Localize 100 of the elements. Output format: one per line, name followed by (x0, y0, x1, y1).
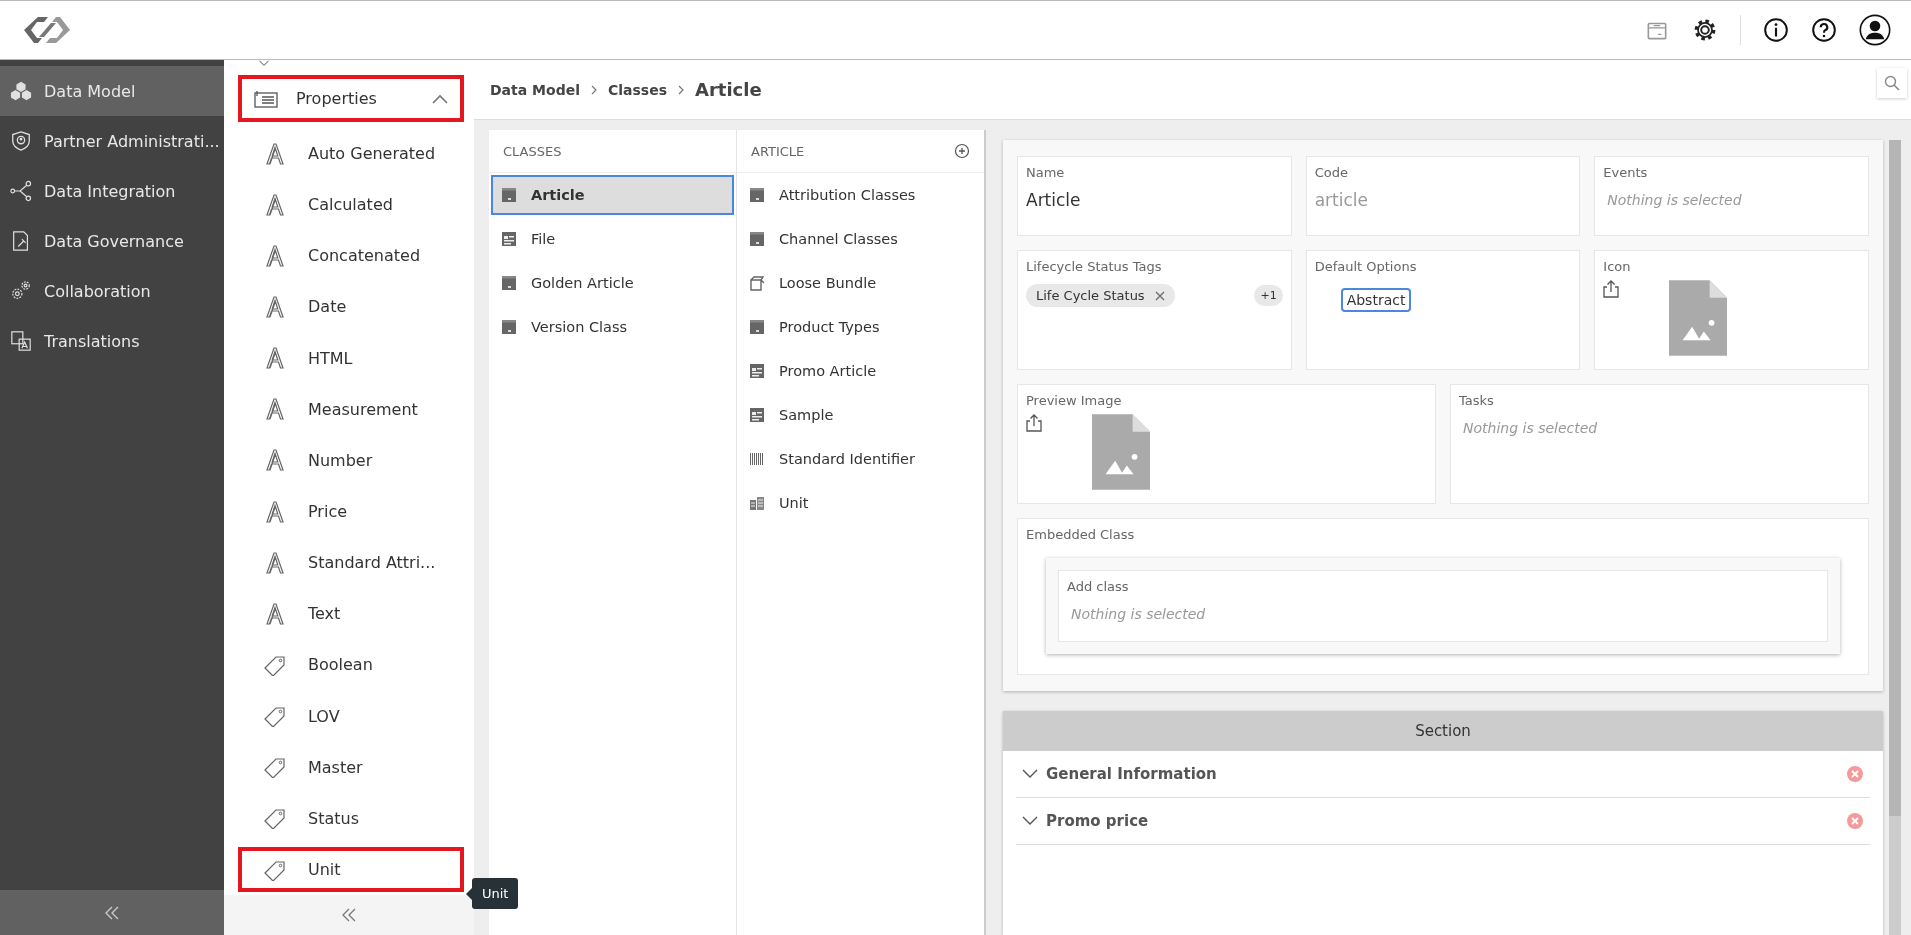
more-count[interactable]: +1 (1254, 285, 1283, 306)
class-item[interactable]: Version Class (491, 307, 734, 347)
box-icon (749, 187, 765, 203)
property-item[interactable]: Date (238, 284, 464, 330)
property-item[interactable]: Master (238, 744, 464, 790)
shield-icon (10, 130, 32, 152)
chevron-right-icon (589, 84, 598, 95)
image-placeholder-icon (1092, 414, 1150, 490)
letter-icon (264, 142, 286, 165)
property-item[interactable]: Status (238, 795, 464, 841)
box-icon (501, 319, 517, 335)
nav-item[interactable]: Data Model (0, 66, 224, 116)
property-item[interactable]: Unit (238, 846, 464, 893)
tag-icon (264, 858, 286, 881)
letter-icon (264, 244, 286, 267)
settings-icon[interactable] (1692, 17, 1718, 43)
property-item[interactable]: Measurement (238, 386, 464, 432)
chevron-right-icon (676, 84, 685, 95)
code-field: Code article (1305, 156, 1581, 236)
class-item[interactable]: Article (491, 175, 734, 215)
nav-item[interactable]: Partner Administrati... (0, 116, 224, 166)
letter-icon (264, 602, 286, 625)
events-field[interactable]: Events Nothing is selected (1594, 156, 1869, 236)
upload-icon[interactable] (1026, 414, 1042, 432)
class-item[interactable]: File (491, 219, 734, 259)
column-heading: CLASSES (503, 143, 562, 159)
form-icon (749, 363, 765, 379)
avatar-icon[interactable] (1859, 14, 1891, 46)
list-card-icon (254, 88, 278, 109)
tasks-field[interactable]: Tasks Nothing is selected (1450, 384, 1869, 504)
field-label: Lifecycle Status Tags (1026, 259, 1163, 274)
upload-icon[interactable] (1603, 280, 1620, 298)
add-class-field[interactable]: Add class Nothing is selected (1058, 570, 1828, 642)
class-item[interactable]: Loose Bundle (739, 263, 982, 303)
property-item[interactable]: Standard Attri... (238, 540, 464, 586)
nav-item[interactable]: Translations (0, 316, 224, 366)
nav-item[interactable]: Data Integration (0, 166, 224, 216)
breadcrumb-item[interactable]: Data Model (490, 81, 580, 98)
property-item[interactable]: Boolean (238, 642, 464, 688)
tag-icon (264, 756, 286, 779)
property-item[interactable]: Text (238, 591, 464, 637)
property-item[interactable]: Number (238, 437, 464, 483)
letter-icon (264, 347, 286, 370)
property-item[interactable]: Auto Generated (238, 131, 464, 177)
breadcrumb-item[interactable]: Classes (607, 81, 667, 98)
class-item[interactable]: Promo Article (739, 351, 982, 391)
chevron-down-icon[interactable] (1022, 769, 1038, 779)
nav-item[interactable]: Collaboration (0, 266, 224, 316)
gears-icon (10, 280, 32, 302)
cubes-icon (10, 80, 32, 102)
property-item[interactable]: LOV (238, 693, 464, 739)
letter-icon (264, 449, 286, 472)
help-icon[interactable] (1811, 17, 1837, 43)
property-item[interactable]: Concatenated (238, 233, 464, 279)
class-item[interactable]: Attribution Classes (739, 175, 982, 215)
class-item[interactable]: Unit (739, 483, 982, 523)
column-heading: ARTICLE (751, 143, 805, 159)
search-icon (1884, 75, 1900, 91)
property-item[interactable]: HTML (238, 335, 464, 381)
section-row[interactable]: General Information (1016, 751, 1870, 798)
letter-icon (264, 398, 286, 421)
properties-header[interactable]: Properties (238, 75, 464, 122)
letter-icon (264, 500, 286, 523)
letter-icon (264, 551, 286, 574)
property-item[interactable]: Price (238, 489, 464, 535)
section-header: Section (1003, 711, 1883, 751)
search-button[interactable] (1877, 68, 1907, 98)
tooltip: Unit (466, 878, 519, 909)
name-field[interactable]: Name Article (1017, 156, 1292, 236)
close-icon[interactable] (1154, 290, 1165, 301)
field-label: Embedded Class (1026, 527, 1136, 542)
barcode-icon (749, 451, 765, 467)
class-item[interactable]: Product Types (739, 307, 982, 347)
form-icon (501, 231, 517, 247)
translate-icon (10, 330, 32, 352)
option-chip[interactable]: Abstract (1340, 288, 1412, 312)
tag-icon (264, 807, 286, 830)
class-item[interactable]: Golden Article (491, 263, 734, 303)
field-label: Default Options (1314, 259, 1418, 274)
class-item[interactable]: Channel Classes (739, 219, 982, 259)
property-item[interactable]: Calculated (238, 182, 464, 228)
image-placeholder-icon (1669, 280, 1728, 356)
chevron-down-icon[interactable] (1022, 816, 1038, 826)
logo[interactable] (24, 15, 70, 45)
add-icon[interactable] (954, 143, 970, 159)
tag-icon (264, 705, 286, 728)
open-box-icon (749, 275, 765, 291)
class-item[interactable]: Standard Identifier (739, 439, 982, 479)
status-tag[interactable]: Life Cycle Status (1026, 284, 1175, 307)
breadcrumb-item: Article (694, 79, 762, 100)
scrollbar[interactable] (1889, 140, 1901, 935)
chevron-icon (432, 93, 448, 104)
form-icon (749, 407, 765, 423)
nav-item[interactable]: Data Governance (0, 216, 224, 266)
box-icon (749, 319, 765, 335)
class-item[interactable]: Sample (739, 395, 982, 435)
info-icon[interactable] (1763, 17, 1789, 43)
letter-icon (264, 296, 286, 318)
box-icon (501, 275, 517, 291)
section-row[interactable]: Promo price (1016, 798, 1870, 845)
